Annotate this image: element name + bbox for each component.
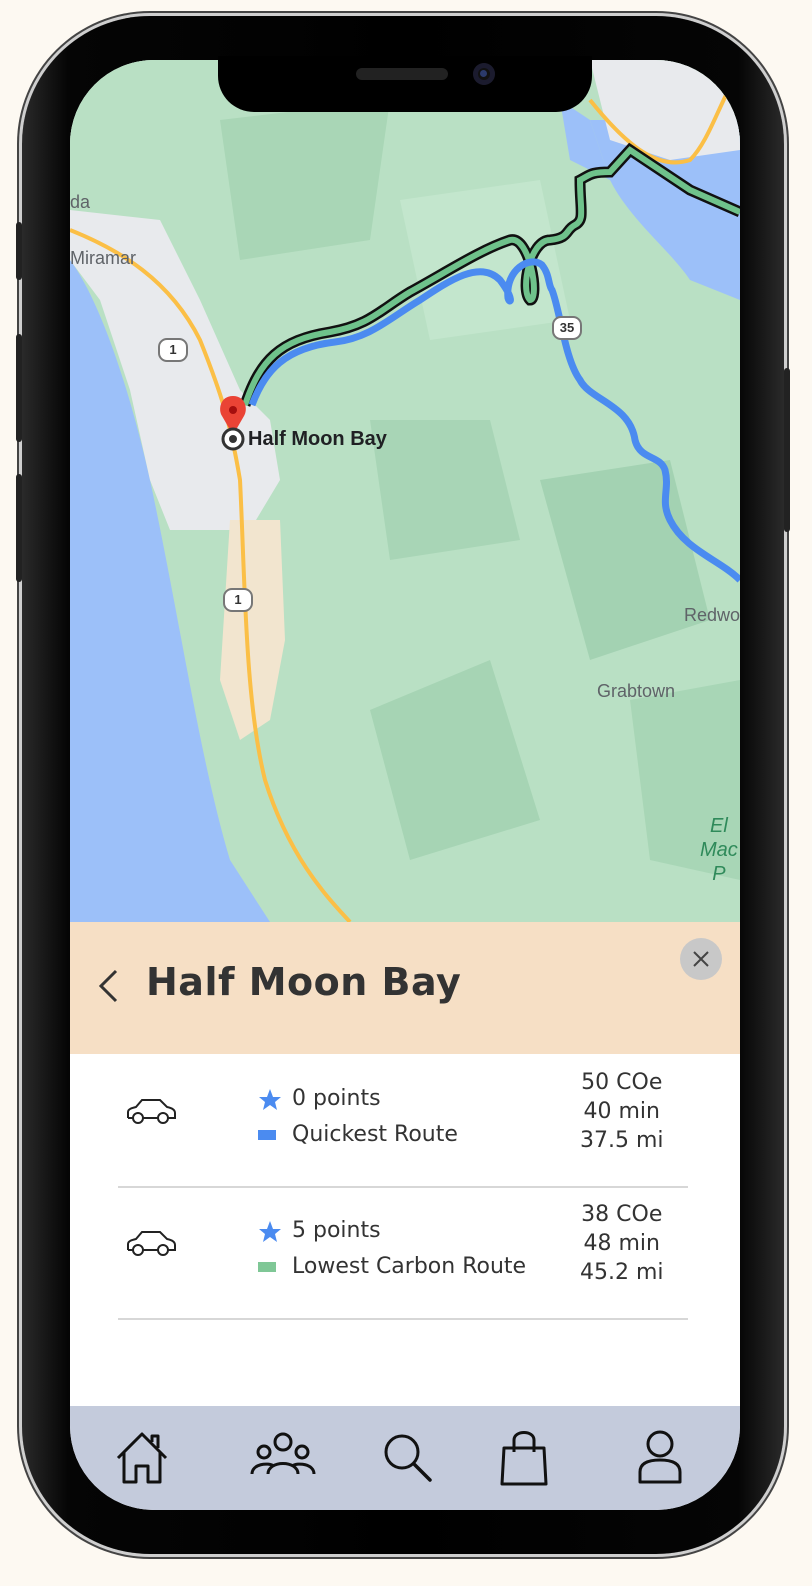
community-icon — [250, 1432, 316, 1475]
route-distance: 37.5 mi — [580, 1128, 664, 1153]
place-label-redwood: Redwo — [684, 605, 740, 625]
back-chevron-icon[interactable] — [96, 968, 120, 1004]
place-label-grabtown: Grabtown — [597, 681, 676, 701]
close-button[interactable] — [680, 938, 722, 980]
star-icon — [259, 1089, 281, 1110]
place-label-partial: da — [70, 192, 91, 212]
home-icon — [116, 1432, 168, 1484]
nav-home[interactable] — [112, 1428, 172, 1488]
route-time: 40 min — [583, 1099, 660, 1124]
destination-map-label[interactable]: Half Moon Bay — [248, 428, 387, 451]
map-view[interactable]: Half Moon Bay Miramar Redwo Grabtown da … — [70, 60, 740, 922]
route-points: 5 points — [292, 1218, 381, 1243]
app-screen: Half Moon Bay Miramar Redwo Grabtown da … — [70, 60, 740, 1510]
route-time: 48 min — [583, 1231, 660, 1256]
close-icon — [693, 951, 709, 967]
park-label-line: Mac — [700, 839, 738, 861]
route-stats: 50 COe 40 min 37.5 mi — [580, 1068, 664, 1155]
route-name: Lowest Carbon Route — [292, 1254, 527, 1279]
nav-search[interactable] — [378, 1428, 438, 1488]
highway-shield: 1 — [158, 338, 188, 362]
route-points: 0 points — [292, 1086, 381, 1111]
car-icon — [127, 1231, 176, 1256]
route-option-quickest[interactable]: 0 points Quickest Route 50 COe 40 min 37… — [118, 1056, 688, 1188]
star-icon — [259, 1221, 281, 1242]
destination-header: Half Moon Bay — [70, 922, 740, 1054]
car-icon — [127, 1099, 176, 1124]
route-color-swatch — [258, 1262, 276, 1272]
place-label-miramar: Miramar — [70, 248, 136, 268]
shop-icon — [500, 1431, 548, 1486]
route-co2: 50 COe — [581, 1070, 663, 1095]
phone-notch — [218, 56, 592, 112]
park-label-line: P — [712, 863, 726, 885]
nav-shop[interactable] — [494, 1428, 554, 1488]
route-co2: 38 COe — [581, 1202, 663, 1227]
park-label-line: El — [710, 815, 728, 837]
route-distance: 45.2 mi — [580, 1260, 664, 1285]
bottom-nav-bar — [70, 1406, 740, 1510]
speaker-grille — [356, 68, 448, 80]
search-icon — [384, 1434, 432, 1482]
highway-shield: 1 — [223, 588, 253, 612]
park-label: El Mac P — [700, 814, 738, 886]
front-camera — [473, 63, 495, 85]
profile-icon — [638, 1430, 682, 1484]
route-color-swatch — [258, 1130, 276, 1140]
nav-profile[interactable] — [630, 1428, 690, 1488]
highway-shield: 35 — [552, 316, 582, 340]
route-name: Quickest Route — [292, 1122, 458, 1147]
destination-title: Half Moon Bay — [146, 960, 462, 1004]
nav-community[interactable] — [250, 1428, 316, 1488]
route-option-lowest-carbon[interactable]: 5 points Lowest Carbon Route 38 COe 48 m… — [118, 1188, 688, 1320]
route-stats: 38 COe 48 min 45.2 mi — [580, 1200, 664, 1287]
